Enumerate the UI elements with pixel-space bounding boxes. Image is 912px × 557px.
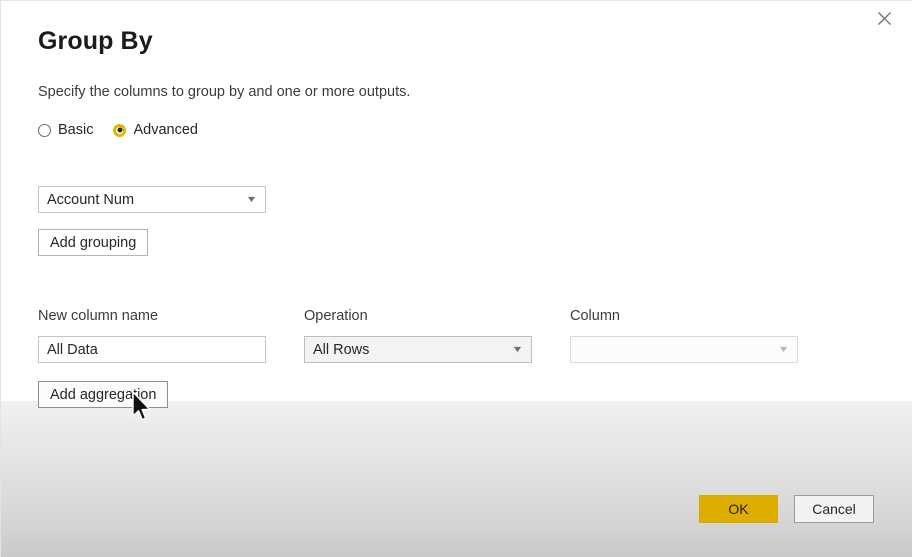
dialog-footer-area bbox=[1, 401, 912, 557]
group-by-column-value: Account Num bbox=[47, 191, 135, 208]
add-aggregation-button[interactable]: Add aggregation bbox=[38, 381, 169, 408]
operation-value: All Rows bbox=[313, 341, 370, 358]
new-column-name-value: All Data bbox=[47, 341, 98, 358]
column-header: Column bbox=[570, 308, 620, 324]
mode-radio-group: Basic Advanced bbox=[38, 122, 198, 138]
dialog-subtitle: Specify the columns to group by and one … bbox=[38, 84, 411, 100]
group-by-column-dropdown[interactable]: Account Num ▼ bbox=[38, 186, 266, 213]
operation-dropdown[interactable]: All Rows ▼ bbox=[304, 336, 532, 363]
chevron-down-icon: ▼ bbox=[511, 344, 524, 354]
add-grouping-button[interactable]: Add grouping bbox=[38, 229, 149, 256]
ok-button[interactable]: OK bbox=[699, 495, 778, 523]
group-by-dialog: Group By Specify the columns to group by… bbox=[0, 0, 912, 557]
radio-advanced[interactable]: Advanced bbox=[113, 122, 198, 138]
chevron-down-icon: ▼ bbox=[777, 344, 790, 354]
cancel-button[interactable]: Cancel bbox=[794, 495, 874, 523]
radio-advanced-mark bbox=[113, 123, 127, 137]
close-icon bbox=[877, 11, 892, 26]
chevron-down-icon: ▼ bbox=[245, 194, 258, 204]
radio-basic-mark bbox=[38, 123, 51, 137]
new-column-name-header: New column name bbox=[38, 308, 159, 324]
operation-header: Operation bbox=[304, 308, 368, 324]
close-button[interactable] bbox=[862, 3, 906, 33]
radio-advanced-label: Advanced bbox=[133, 122, 198, 138]
radio-basic[interactable]: Basic bbox=[38, 122, 93, 138]
column-dropdown[interactable]: ▼ bbox=[570, 336, 798, 363]
new-column-name-input[interactable]: All Data bbox=[38, 336, 266, 363]
radio-basic-label: Basic bbox=[58, 122, 94, 138]
page-title: Group By bbox=[38, 27, 153, 55]
